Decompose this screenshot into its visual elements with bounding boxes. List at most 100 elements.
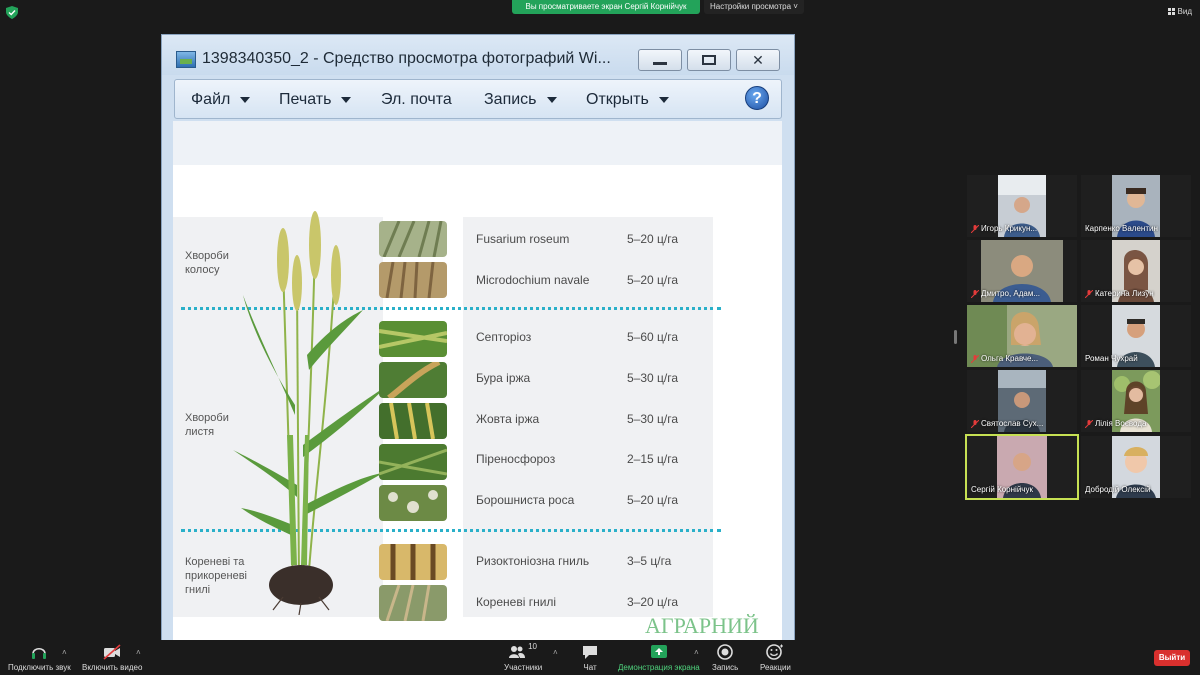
minimize-icon — [653, 61, 667, 65]
maximize-button[interactable] — [687, 49, 731, 71]
participant-name: Игорь Крикун... — [981, 224, 1038, 233]
zoom-meeting-window: Вы просматриваете экран Сергій Корнійчук… — [0, 0, 1200, 675]
menu-file-label: Файл — [191, 91, 231, 108]
record-label: Запись — [712, 663, 739, 672]
yellow-rust-thumbnail — [379, 403, 447, 439]
join-audio-label: Подключить звук — [8, 663, 71, 672]
participant-tile[interactable]: Роман Чухрай — [1081, 305, 1191, 367]
dropdown-arrow-icon — [341, 97, 352, 103]
panel-resize-handle[interactable] — [954, 330, 957, 344]
participant-tile[interactable]: Дмитро, Адам... — [967, 240, 1077, 302]
mic-muted-icon — [1085, 289, 1093, 298]
disease-yield-loss: 5–20 ц/га — [627, 273, 679, 287]
participants-count: 10 — [528, 642, 538, 651]
mic-muted-icon — [971, 224, 979, 233]
grid-view-icon — [1167, 8, 1175, 15]
reactions-smiley-icon — [766, 644, 784, 660]
participant-tile[interactable]: Добродій Олексій — [1081, 436, 1191, 498]
disease-name: Піреносфороз — [476, 452, 556, 466]
participants-label: Участники — [504, 663, 543, 672]
participants-icon — [509, 646, 526, 658]
record-button[interactable]: Запись — [712, 644, 738, 672]
share-screen-button[interactable]: Демонстрация экрана — [618, 644, 700, 672]
photo-top-margin — [173, 121, 782, 165]
mic-muted-icon — [1085, 419, 1093, 428]
participants-button[interactable]: 10 Участники — [504, 642, 543, 672]
share-screen-label: Демонстрация экрана — [618, 663, 700, 672]
disease-name: Септоріоз — [476, 330, 532, 344]
menu-email-label: Эл. почта — [381, 91, 452, 108]
close-icon: ✕ — [752, 51, 764, 68]
menu-burn-label: Запись — [484, 91, 537, 108]
photo-canvas: Хвороби колосу Хвороби листя Кореневі та… — [173, 121, 782, 641]
watermark-line1: АГРАРНИЙ — [645, 613, 759, 638]
menu-print[interactable]: Печать — [279, 91, 352, 109]
disease-name: Fusarium roseum — [476, 232, 570, 246]
participants-options-caret-icon[interactable]: ˄ — [553, 648, 558, 657]
leave-meeting-button[interactable]: Выйти — [1154, 650, 1190, 666]
disease-yield-loss: 2–15 ц/га — [627, 452, 679, 466]
view-options-label: Настройки просмотра — [710, 2, 792, 11]
disease-yield-loss: 5–20 ц/га — [627, 493, 679, 507]
participant-name: Лілія Воєвода — [1095, 419, 1147, 428]
view-options-button[interactable]: Настройки просмотра ˅ — [704, 0, 804, 14]
photo-viewer-window: 1398340350_2 - Средство просмотра фотогр… — [161, 34, 795, 641]
participant-tile[interactable]: Святослав Сух... — [967, 370, 1077, 432]
chat-button[interactable]: Чат — [581, 644, 599, 672]
start-video-button[interactable]: Включить видео — [82, 644, 142, 672]
window-title: 1398340350_2 - Средство просмотра фотогр… — [202, 50, 611, 67]
participant-tile[interactable]: Карпенко Валентин — [1081, 175, 1191, 237]
maximize-icon — [702, 55, 716, 65]
video-options-caret-icon[interactable]: ˄ — [136, 648, 141, 657]
participant-tile[interactable]: Ольга Кравче... — [967, 305, 1077, 367]
fusarium-thumbnail — [379, 221, 447, 257]
chat-icon — [583, 646, 597, 659]
record-icon — [717, 644, 733, 660]
window-titlebar[interactable]: 1398340350_2 - Средство просмотра фотогр… — [162, 35, 794, 75]
infographic-image: Хвороби колосу Хвороби листя Кореневі та… — [173, 165, 782, 641]
category-label-line: Хвороби — [185, 250, 229, 262]
disease-yield-loss: 3–20 ц/га — [627, 595, 679, 609]
meeting-toolbar: Подключить звук ˄ Включить видео ˄ 10 Уч… — [0, 640, 1200, 675]
dropdown-arrow-icon — [658, 97, 669, 103]
security-shield-icon[interactable] — [6, 6, 18, 19]
menu-print-label: Печать — [279, 91, 332, 108]
participant-tile[interactable]: Игорь Крикун... — [967, 175, 1077, 237]
participant-name: Дмитро, Адам... — [981, 289, 1041, 298]
rhizoctonia-thumbnail — [379, 544, 447, 580]
disease-name: Жовта іржа — [476, 412, 540, 426]
participant-tile[interactable]: Катерина Лизун — [1081, 240, 1191, 302]
participant-name: Ольга Кравче... — [981, 354, 1039, 363]
disease-yield-loss: 5–30 ц/га — [627, 371, 679, 385]
reactions-button[interactable]: Реакции — [760, 644, 791, 672]
share-options-caret-icon[interactable]: ˄ — [694, 648, 699, 657]
participant-name: Катерина Лизун — [1095, 289, 1154, 298]
audio-options-caret-icon[interactable]: ˄ — [62, 648, 67, 657]
menu-file[interactable]: Файл — [191, 91, 251, 109]
category-label-line: колосу — [185, 264, 220, 276]
share-screen-icon — [650, 645, 667, 658]
view-button-label: Вид — [1177, 7, 1192, 16]
septoria-thumbnail — [379, 321, 447, 357]
view-button[interactable]: Вид — [1167, 7, 1192, 16]
minimize-button[interactable] — [638, 49, 682, 71]
menu-open[interactable]: Открыть — [586, 91, 669, 109]
mic-muted-icon — [971, 354, 979, 363]
participant-name: Добродій Олексій — [1085, 485, 1151, 494]
disease-name: Борошниста роса — [476, 493, 575, 507]
viewer-menubar: Файл Печать Эл. почта Запись Открыть ? — [174, 79, 782, 119]
participant-tile-active-speaker[interactable]: Сергій Корнійчук — [965, 434, 1079, 500]
close-button[interactable]: ✕ — [736, 49, 780, 71]
category-ear-diseases: Хвороби колосу — [185, 249, 229, 277]
disease-name: Ризоктоніозна гниль — [476, 554, 590, 568]
disease-yield-loss: 3–5 ц/га — [627, 554, 672, 568]
menu-burn[interactable]: Запись — [484, 91, 557, 109]
disease-yield-loss: 5–30 ц/га — [627, 412, 679, 426]
video-off-icon — [103, 644, 121, 660]
photo-viewer-app-icon — [176, 51, 196, 68]
help-icon[interactable]: ? — [745, 86, 769, 110]
menu-email[interactable]: Эл. почта — [381, 91, 452, 109]
disease-yield-loss: 5–20 ц/га — [627, 232, 679, 246]
mic-muted-icon — [971, 419, 979, 428]
participant-tile[interactable]: Лілія Воєвода — [1081, 370, 1191, 432]
